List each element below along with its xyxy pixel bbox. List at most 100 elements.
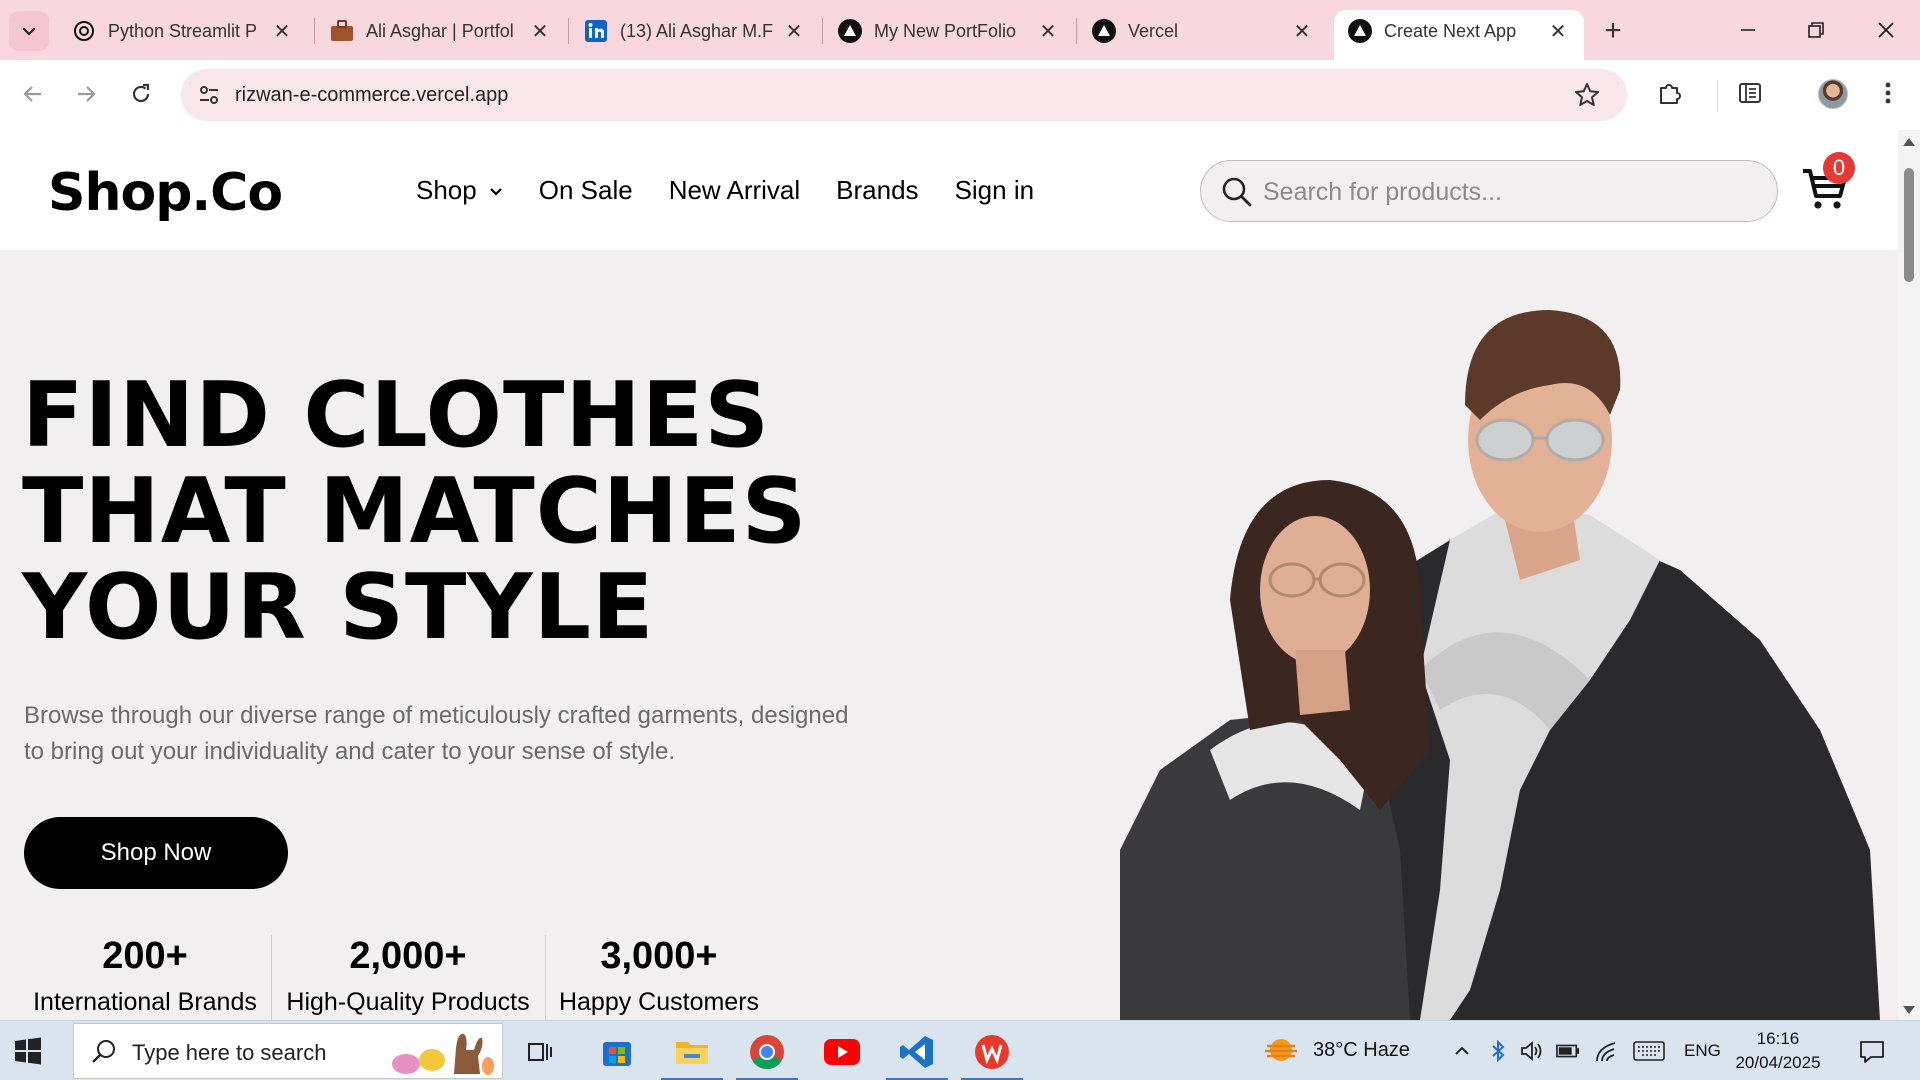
tab-my-new-portfolio[interactable]: My New PortFolio ✕ (824, 10, 1074, 52)
tab-portfolio[interactable]: Ali Asghar | Portfol ✕ (316, 10, 566, 52)
close-tab-icon[interactable]: ✕ (1034, 17, 1062, 45)
extensions-button[interactable] (1652, 75, 1688, 111)
youtube-button[interactable] (811, 1027, 873, 1077)
file-explorer-button[interactable] (661, 1027, 723, 1080)
battery-icon[interactable] (1556, 1039, 1580, 1063)
bookmark-star-icon[interactable] (1573, 81, 1601, 109)
wifi-icon[interactable] (1594, 1039, 1618, 1063)
close-window-button[interactable] (1866, 12, 1906, 48)
bluetooth-icon[interactable] (1486, 1039, 1510, 1063)
tab-vercel[interactable]: Vercel ✕ (1078, 10, 1328, 52)
search-input[interactable] (1263, 173, 1753, 211)
wps-office-icon (975, 1035, 1009, 1069)
reload-button[interactable] (121, 74, 161, 114)
tab-title: My New PortFolio (874, 20, 1017, 41)
task-view-icon (528, 1043, 552, 1061)
input-language[interactable]: ENG (1684, 1041, 1721, 1061)
restore-button[interactable] (1796, 12, 1836, 48)
nav-item-label: Sign in (954, 175, 1035, 205)
nav-item-shop[interactable]: Shop (416, 175, 503, 206)
vercel-icon (1092, 19, 1116, 43)
scrollbar-thumb[interactable] (1904, 168, 1914, 282)
browser-toolbar: rizwan-e-commerce.vercel.app (0, 60, 1920, 130)
site-logo[interactable]: Shop.Co (48, 163, 283, 223)
minimize-button[interactable] (1728, 12, 1768, 48)
search-icon (1222, 177, 1252, 207)
new-tab-button[interactable]: + (1596, 14, 1630, 48)
nav-item-new-arrival[interactable]: New Arrival (669, 175, 800, 206)
tab-title: Create Next App (1384, 20, 1517, 41)
nav-item-sign-in[interactable]: Sign in (955, 175, 1035, 206)
chrome-button[interactable] (736, 1027, 798, 1080)
shop-now-button[interactable]: Shop Now (24, 817, 288, 889)
folder-icon (676, 1042, 708, 1064)
stat-label: Happy Customers (558, 988, 760, 1016)
linkedin-icon (584, 19, 608, 43)
taskbar-search-box[interactable]: Type here to search (73, 1023, 503, 1079)
tab-separator (314, 18, 315, 44)
tab-title: Python Streamlit P (108, 20, 258, 41)
hero-title: FIND CLOTHES THAT MATCHES YOUR STYLE (22, 368, 807, 656)
tab-create-next-app[interactable]: Create Next App ✕ (1334, 10, 1584, 60)
url-text[interactable]: rizwan-e-commerce.vercel.app (235, 84, 508, 107)
site-info-icon[interactable] (195, 81, 223, 109)
scroll-down-arrow[interactable] (1903, 1006, 1915, 1014)
windows-taskbar: Type here to search 38°C Haze ENG 16:16 … (0, 1020, 1920, 1080)
tab-separator (1076, 18, 1077, 44)
store-icon (603, 1042, 631, 1066)
taskbar-search-placeholder: Type here to search (132, 1040, 327, 1065)
toolbar-divider (1717, 80, 1718, 112)
nav-item-on-sale[interactable]: On Sale (539, 175, 633, 206)
tab-search-button[interactable] (9, 11, 49, 51)
nav-item-brands[interactable]: Brands (836, 175, 918, 206)
hero-couple-image (1120, 310, 1880, 1020)
microsoft-store-button[interactable] (586, 1027, 648, 1077)
show-hidden-icons[interactable] (1450, 1039, 1474, 1063)
openai-icon (72, 19, 96, 43)
forward-button[interactable] (66, 74, 106, 114)
address-bar[interactable]: rizwan-e-commerce.vercel.app (181, 69, 1627, 121)
stat-brands: 200+ International Brands (30, 935, 260, 1017)
chevron-down-icon (489, 187, 502, 196)
weather-haze-icon[interactable] (1264, 1037, 1298, 1065)
briefcase-icon (330, 19, 354, 43)
vscode-button[interactable] (886, 1027, 948, 1080)
side-panel-button[interactable] (1732, 75, 1768, 111)
tab-python-streamlit[interactable]: Python Streamlit P ✕ (58, 10, 308, 52)
tab-linkedin[interactable]: (13) Ali Asghar M.F ✕ (570, 10, 820, 52)
hero-title-line: FIND CLOTHES (22, 363, 771, 468)
wps-office-button[interactable] (961, 1027, 1023, 1080)
nav-item-label: On Sale (538, 175, 633, 205)
stat-label: High-Quality Products (286, 988, 530, 1016)
windows-start-icon[interactable] (14, 1037, 42, 1065)
keyboard-icon[interactable] (1632, 1039, 1666, 1063)
notification-icon (1860, 1041, 1884, 1063)
close-tab-icon[interactable]: ✕ (1544, 17, 1572, 45)
close-tab-icon[interactable]: ✕ (780, 17, 808, 45)
browser-menu-button[interactable] (1870, 75, 1906, 111)
system-clock[interactable]: 16:16 20/04/2025 (1726, 1027, 1830, 1075)
stat-label: International Brands (33, 988, 257, 1016)
tab-separator (822, 18, 823, 44)
page-scrollbar[interactable] (1898, 130, 1920, 1020)
volume-icon[interactable] (1520, 1039, 1544, 1063)
close-tab-icon[interactable]: ✕ (1288, 17, 1316, 45)
close-tab-icon[interactable]: ✕ (526, 17, 554, 45)
product-search (1200, 160, 1778, 222)
weather-text[interactable]: 38°C Haze (1313, 1039, 1410, 1062)
back-button[interactable] (13, 74, 53, 114)
search-icon (92, 1040, 115, 1063)
nav-item-label: Brands (836, 175, 919, 205)
tab-separator (568, 18, 569, 44)
close-tab-icon[interactable]: ✕ (268, 17, 296, 45)
notifications-button[interactable] (1858, 1038, 1886, 1066)
stat-value: 2,000+ (349, 935, 467, 977)
scroll-up-arrow[interactable] (1903, 138, 1915, 146)
stat-divider (271, 935, 272, 1020)
profile-avatar[interactable] (1818, 79, 1848, 109)
clock-date: 20/04/2025 (1735, 1053, 1821, 1072)
task-view-button[interactable] (508, 1027, 570, 1077)
vercel-icon (838, 19, 862, 43)
minimize-icon (1741, 29, 1755, 31)
hero-description: Browse through our diverse range of meti… (24, 702, 849, 765)
